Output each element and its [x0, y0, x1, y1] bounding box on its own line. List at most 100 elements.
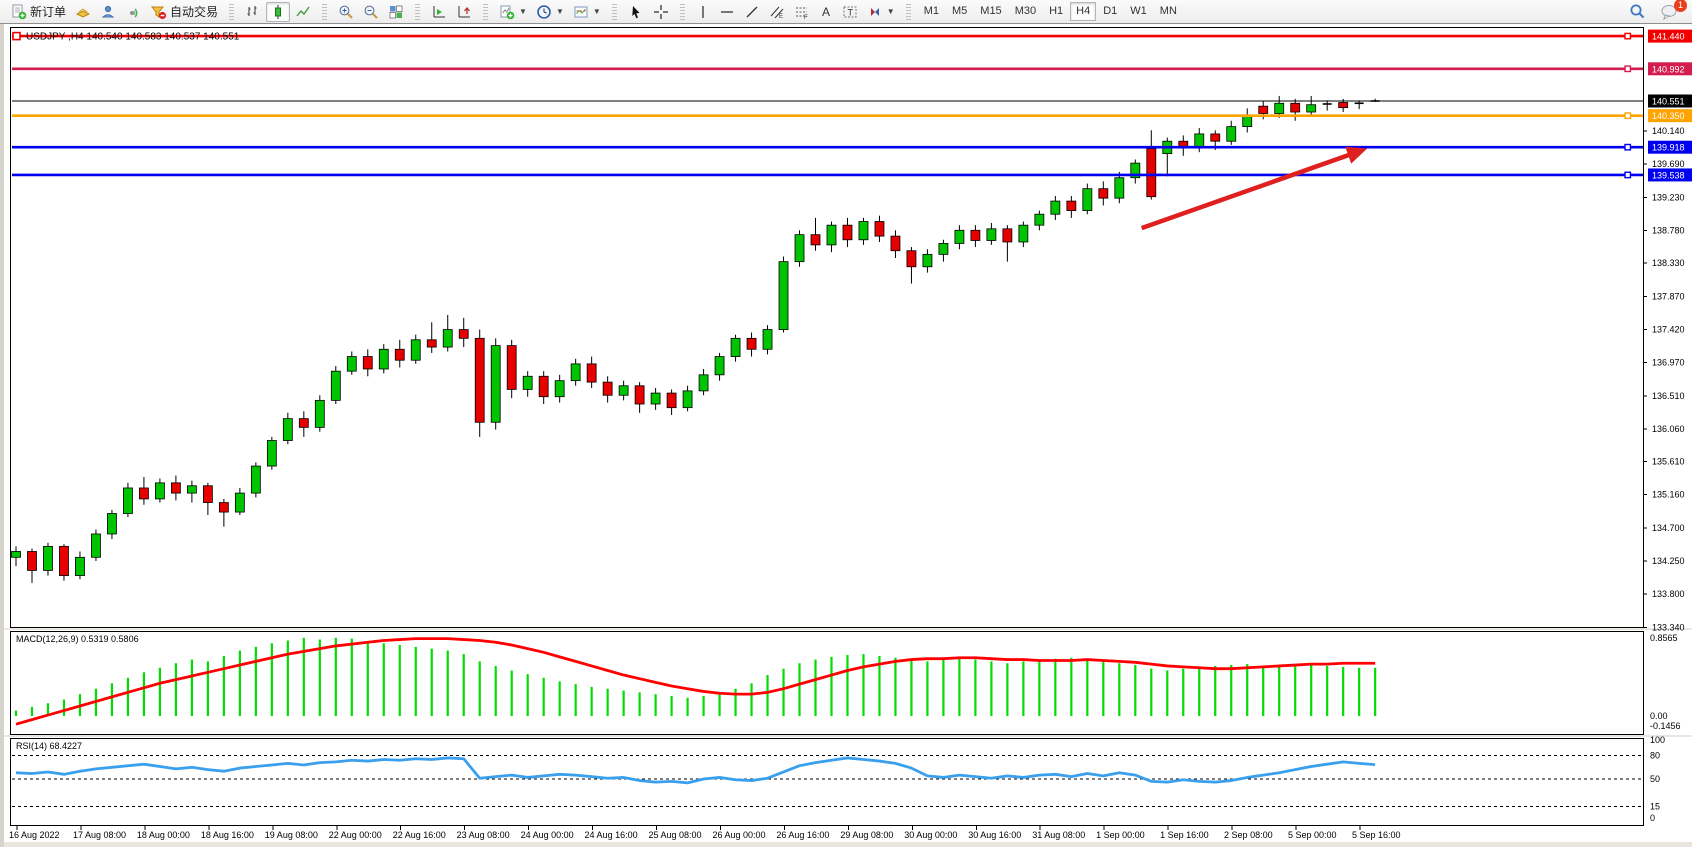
candle-body [1195, 134, 1204, 147]
line-chart-button[interactable] [291, 2, 315, 22]
timeframe-mn-button[interactable]: MN [1154, 2, 1183, 21]
timeframe-m30-button[interactable]: M30 [1009, 2, 1042, 21]
candle-body [603, 382, 612, 395]
time-axis-label: 26 Aug 00:00 [712, 830, 765, 840]
timeframe-d1-button[interactable]: D1 [1097, 2, 1123, 21]
market-watch-icon [75, 4, 91, 20]
time-axis-label: 5 Sep 16:00 [1352, 830, 1401, 840]
trendline-button[interactable] [740, 2, 764, 22]
notification-badge: 1 [1674, 0, 1687, 12]
line-handle[interactable] [13, 33, 20, 40]
tile-windows-button[interactable] [384, 2, 408, 22]
shapes-button[interactable]: ▼ [863, 2, 899, 22]
line-handle[interactable] [1625, 66, 1630, 71]
rsi-axis-label: 15 [1650, 801, 1660, 811]
candle-body [171, 483, 180, 493]
cursor-arrow-icon [628, 4, 644, 20]
time-axis-label: 31 Aug 08:00 [1032, 830, 1085, 840]
templates-button[interactable]: ▼ [569, 2, 605, 22]
dropdown-arrow-icon[interactable]: ▼ [887, 7, 895, 16]
timeframe-h4-button[interactable]: H4 [1070, 2, 1096, 21]
line-handle[interactable] [1625, 145, 1630, 150]
candle-body [43, 546, 52, 570]
candle-body [1259, 106, 1268, 113]
chart-window[interactable]: USDJPY ,H4 140.540 140.583 140.537 140.5… [0, 24, 1692, 847]
notifications-button[interactable]: 1 [1656, 2, 1682, 22]
line-handle[interactable] [1625, 172, 1630, 177]
main-toolbar: 新订单 自动交易 ▼ ▼ ▼ E F [0, 0, 1692, 24]
candle-body [203, 486, 212, 503]
vertical-line-button[interactable] [692, 2, 714, 22]
shapes-arrows-icon [867, 4, 883, 20]
dropdown-arrow-icon[interactable]: ▼ [593, 7, 601, 16]
usdjpy-h4-chart[interactable]: USDJPY ,H4 140.540 140.583 140.537 140.5… [4, 24, 1692, 847]
text-button[interactable]: A [815, 2, 837, 22]
timeframe-m5-button[interactable]: M5 [946, 2, 973, 21]
rsi-axis-label: 80 [1650, 751, 1660, 761]
chart-shift-button[interactable] [452, 2, 476, 22]
timeframe-h1-button[interactable]: H1 [1043, 2, 1069, 21]
toolbar-group-zoom [331, 1, 411, 23]
zoom-in-button[interactable] [334, 2, 358, 22]
auto-scroll-button[interactable] [427, 2, 451, 22]
dropdown-arrow-icon[interactable]: ▼ [556, 7, 564, 16]
toolbar-grip [680, 4, 685, 20]
dropdown-arrow-icon[interactable]: ▼ [519, 7, 527, 16]
search-icon [1629, 3, 1646, 20]
price-tick-label: 139.230 [1652, 192, 1685, 202]
line-chart-icon [295, 4, 311, 20]
navigator-button[interactable] [96, 2, 120, 22]
candlestick-chart-button[interactable] [266, 2, 290, 22]
fibonacci-button[interactable]: F [790, 2, 814, 22]
time-axis-label: 24 Aug 00:00 [521, 830, 574, 840]
equidistant-channel-button[interactable]: E [765, 2, 789, 22]
bar-chart-button[interactable] [241, 2, 265, 22]
crosshair-button[interactable] [649, 2, 673, 22]
line-handle[interactable] [1625, 113, 1630, 118]
candle-body [1147, 149, 1156, 197]
new-order-button[interactable]: 新订单 [7, 2, 70, 22]
timeframe-w1-button[interactable]: W1 [1124, 2, 1153, 21]
market-watch-button[interactable] [71, 2, 95, 22]
autotrading-button[interactable]: 自动交易 [146, 2, 222, 22]
price-tick-label: 138.330 [1652, 258, 1685, 268]
candle-body [811, 235, 820, 245]
candle-body [571, 364, 580, 381]
cursor-button[interactable] [624, 2, 648, 22]
candle-body [891, 236, 900, 251]
search-button[interactable] [1625, 2, 1650, 22]
candle-body [763, 330, 772, 350]
candle-body [971, 230, 980, 240]
candle-body [315, 400, 324, 427]
navigator-icon [100, 4, 116, 20]
time-axis-label: 18 Aug 00:00 [137, 830, 190, 840]
time-axis-label: 25 Aug 08:00 [649, 830, 702, 840]
indicators-button[interactable]: ▼ [495, 2, 531, 22]
line-handle[interactable] [1625, 33, 1630, 38]
horizontal-line-button[interactable] [715, 2, 739, 22]
candle-body [987, 229, 996, 241]
candle-body [923, 254, 932, 266]
price-tick-label: 137.420 [1652, 325, 1685, 335]
rsi-label: RSI(14) 68.4227 [16, 741, 82, 751]
price-tick-label: 133.800 [1652, 589, 1685, 599]
periods-button[interactable]: ▼ [532, 2, 568, 22]
price-tick-label: 140.140 [1652, 126, 1685, 136]
toolbar-grip [906, 4, 911, 20]
zoom-out-button[interactable] [359, 2, 383, 22]
indicators-icon [499, 4, 515, 20]
candle-body [123, 488, 132, 514]
candle-body [187, 486, 196, 493]
time-axis-label: 5 Sep 00:00 [1288, 830, 1337, 840]
price-badge-label: 139.538 [1652, 170, 1685, 180]
toolbar-grip [415, 4, 420, 20]
text-label-button[interactable]: T [838, 2, 862, 22]
time-axis-label: 18 Aug 16:00 [201, 830, 254, 840]
svg-text:F: F [804, 15, 808, 20]
signals-icon [125, 4, 141, 20]
timeframe-m15-button[interactable]: M15 [974, 2, 1007, 21]
signals-button[interactable] [121, 2, 145, 22]
zoom-in-icon [338, 4, 354, 20]
timeframe-m1-button[interactable]: M1 [918, 2, 945, 21]
price-tick-label: 135.160 [1652, 490, 1685, 500]
